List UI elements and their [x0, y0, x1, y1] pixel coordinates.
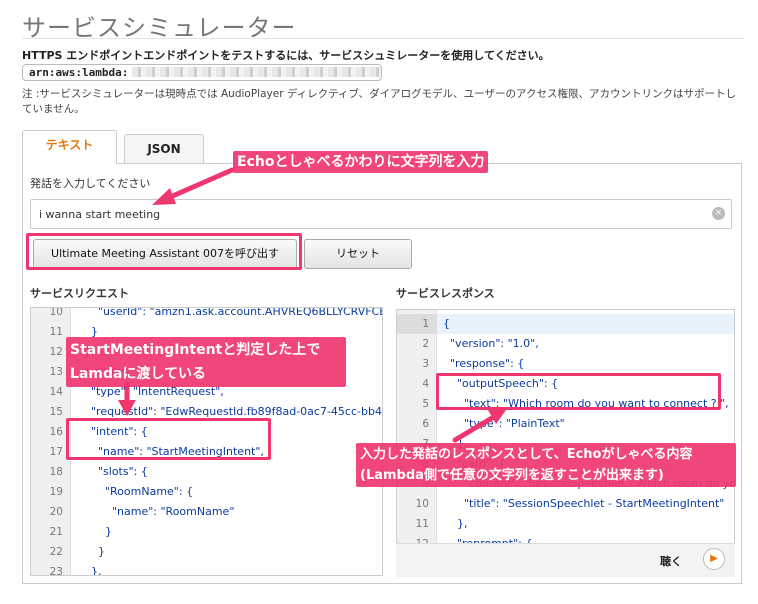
arrow-to-input: [152, 167, 235, 205]
arrow-to-intent: [118, 381, 136, 416]
tab-text[interactable]: テキスト: [22, 130, 117, 164]
annotation-arrows: [118, 167, 506, 443]
arrow-to-output: [452, 410, 506, 443]
